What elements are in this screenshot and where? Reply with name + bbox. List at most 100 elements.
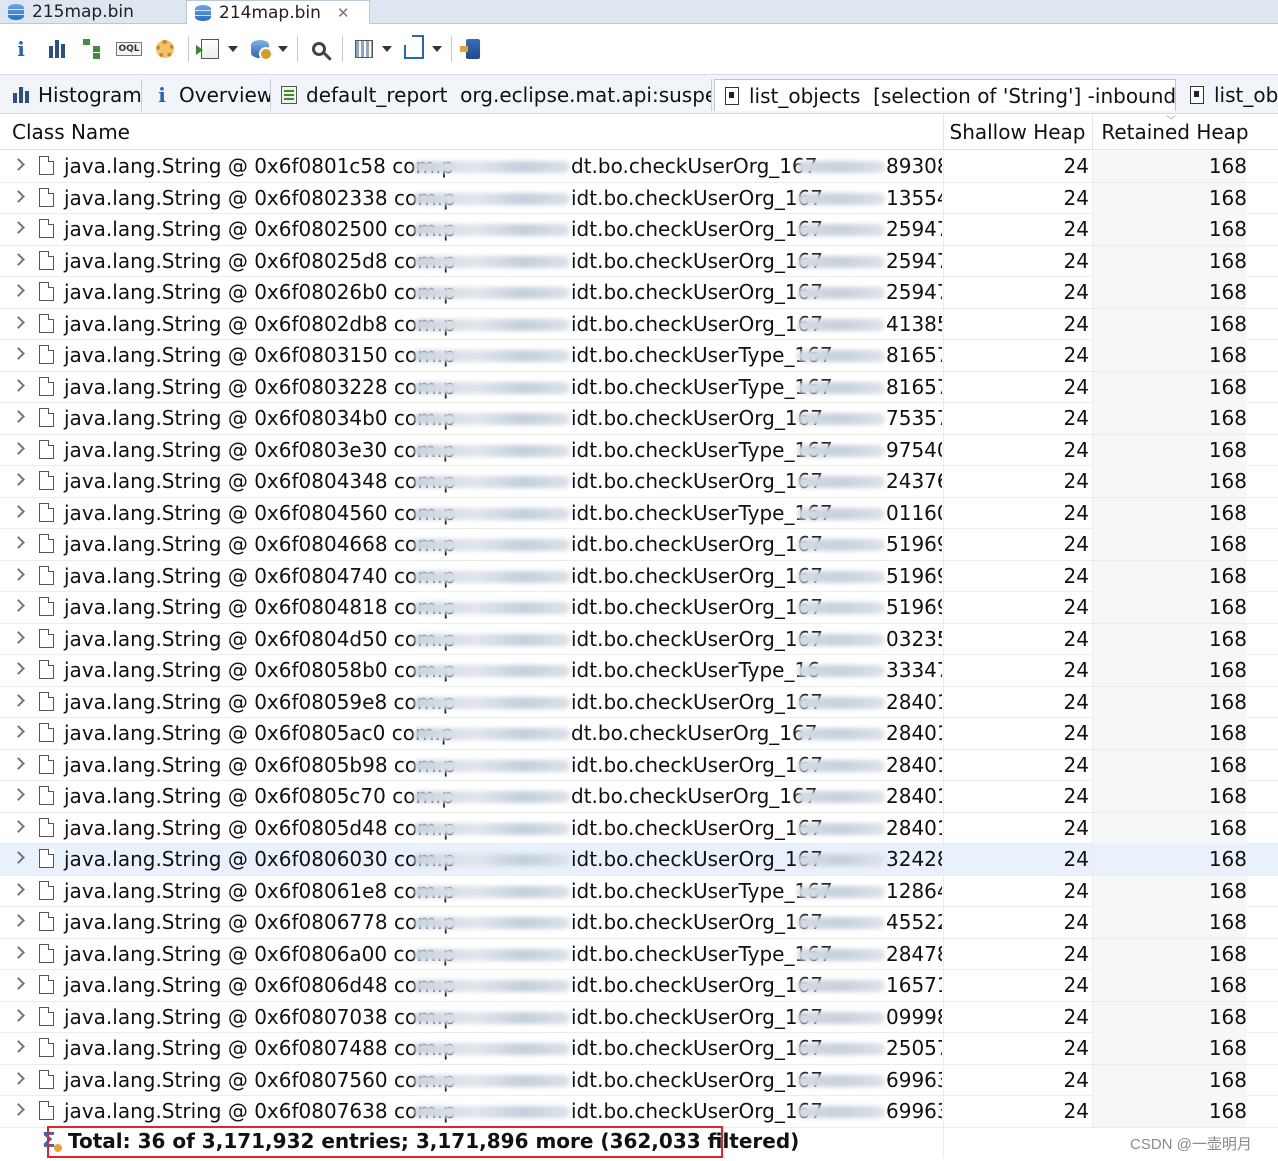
table-row[interactable]: java.lang.String @ 0x6f0805b98 com.p idt.… (0, 749, 1278, 781)
table-row[interactable]: java.lang.String @ 0x6f0801c58 com.p dt.b… (0, 151, 1278, 183)
object-name: java.lang.String @ 0x6f0807638 com.p (64, 1099, 456, 1123)
chevron-right-icon[interactable] (12, 536, 25, 549)
table-row[interactable]: java.lang.String @ 0x6f0803150 com.p idt.… (0, 340, 1278, 372)
export-button[interactable] (401, 36, 427, 62)
table-row[interactable]: java.lang.String @ 0x6f0803228 com.p idt.… (0, 371, 1278, 403)
chevron-right-icon[interactable] (12, 504, 25, 518)
chevron-right-icon[interactable] (12, 662, 25, 675)
chevron-right-icon[interactable] (12, 599, 25, 612)
chevron-right-icon[interactable] (12, 851, 25, 864)
chevron-right-icon[interactable] (12, 1071, 25, 1085)
chevron-right-icon[interactable] (12, 1008, 25, 1022)
thread-overview-button[interactable] (152, 36, 178, 62)
chevron-right-icon[interactable] (12, 252, 25, 266)
table-row[interactable]: java.lang.String @ 0x6f0804818 com.p idt.… (0, 592, 1278, 624)
table-row[interactable]: java.lang.String @ 0x6f0806a00 com.p idt.… (0, 938, 1278, 970)
chevron-right-icon[interactable] (12, 473, 25, 486)
chevron-right-icon[interactable] (12, 221, 25, 234)
table-row[interactable]: java.lang.String @ 0x6f08034b0 com.p idt.… (0, 403, 1278, 435)
table-row[interactable]: java.lang.String @ 0x6f0805d48 com.p idt.… (0, 812, 1278, 844)
table-row[interactable]: java.lang.String @ 0x6f0802500 com.p idt.… (0, 214, 1278, 246)
table-row[interactable]: java.lang.String @ 0x6f0806030 com.p idt.… (0, 844, 1278, 876)
chevron-right-icon[interactable] (12, 158, 25, 171)
dominator-tree-button[interactable] (80, 36, 106, 62)
table-row[interactable]: java.lang.String @ 0x6f0805c70 com.p dt.b… (0, 781, 1278, 813)
calculate-retained-button[interactable] (351, 36, 377, 62)
editor-tab-214map[interactable]: 214map.bin ✕ (186, 0, 370, 24)
table-row[interactable]: java.lang.String @ 0x6f0804668 com.p idt.… (0, 529, 1278, 561)
retained-heap-value: 168 (1092, 151, 1247, 182)
object-name: java.lang.String @ 0x6f0804668 com.p (64, 532, 456, 556)
column-header-class-name[interactable]: Class Name (12, 114, 942, 150)
table-row[interactable]: java.lang.String @ 0x6f0805ac0 com.p dt.b… (0, 718, 1278, 750)
object-name: java.lang.String @ 0x6f0807038 com.p (64, 1004, 456, 1029)
chevron-right-icon[interactable] (12, 1040, 25, 1053)
object-value: idt.bo.checkUserOrg_167 (571, 1099, 824, 1123)
run-report-dropdown[interactable] (227, 36, 239, 62)
object-name: java.lang.String @ 0x6f0804d50 com.p (64, 626, 456, 651)
chevron-right-icon[interactable] (12, 945, 25, 959)
calculate-retained-dropdown[interactable] (381, 36, 393, 62)
table-row[interactable]: java.lang.String @ 0x6f08061e8 com.p idt.… (0, 875, 1278, 907)
result-tab-bar: Histogram i Overview default_report org.… (0, 74, 1278, 114)
chevron-right-icon[interactable] (12, 882, 25, 896)
chevron-right-icon[interactable] (12, 725, 25, 738)
table-row[interactable]: java.lang.String @ 0x6f08059e8 com.p idt.… (0, 686, 1278, 718)
table-row[interactable]: java.lang.String @ 0x6f0806778 com.p idt.… (0, 907, 1278, 939)
chevron-right-icon[interactable] (12, 756, 25, 770)
chevron-right-icon[interactable] (12, 410, 25, 423)
table-row[interactable]: java.lang.String @ 0x6f08025d8 com.p idt.… (0, 245, 1278, 277)
redacted-text (414, 633, 570, 646)
chevron-right-icon[interactable] (12, 914, 25, 927)
chevron-right-icon[interactable] (12, 347, 25, 360)
chevron-right-icon[interactable] (12, 567, 25, 581)
histogram-button[interactable] (44, 36, 70, 62)
table-row[interactable]: java.lang.String @ 0x6f0804740 com.p idt.… (0, 560, 1278, 592)
editor-tab-215map[interactable]: 215map.bin (0, 0, 184, 24)
run-report-button[interactable] (196, 36, 223, 62)
tab-histogram[interactable]: Histogram (4, 79, 142, 111)
table-row[interactable]: java.lang.String @ 0x6f0807038 com.p idt.… (0, 1001, 1278, 1033)
tab-overview[interactable]: i Overview (145, 79, 271, 111)
tab-list-objects-inbound[interactable]: list_objects [selection of 'String'] -in… (714, 79, 1176, 111)
table-row[interactable]: java.lang.String @ 0x6f0804348 com.p idt.… (0, 466, 1278, 498)
table-row[interactable]: java.lang.String @ 0x6f0807638 com.p idt.… (0, 1096, 1278, 1128)
column-header-shallow-heap[interactable]: Shallow Heap (943, 114, 1091, 150)
table-row[interactable]: java.lang.String @ 0x6f08026b0 com.p idt.… (0, 277, 1278, 309)
chevron-right-icon[interactable] (12, 977, 25, 990)
table-row[interactable]: java.lang.String @ 0x6f0802338 com.p idt.… (0, 182, 1278, 214)
chevron-right-icon[interactable] (12, 788, 25, 801)
oql-button[interactable]: OQL (116, 36, 142, 62)
query-browser-dropdown[interactable] (277, 36, 289, 62)
table-row[interactable]: java.lang.String @ 0x6f08058b0 com.p idt.… (0, 655, 1278, 687)
chevron-right-icon[interactable] (12, 378, 25, 392)
chevron-right-icon[interactable] (12, 441, 25, 455)
table-row[interactable]: java.lang.String @ 0x6f0807488 com.p idt.… (0, 1033, 1278, 1065)
chevron-right-icon[interactable] (12, 189, 25, 203)
chevron-right-icon[interactable] (12, 630, 25, 644)
object-value-tail: 32428 (886, 847, 942, 871)
find-object-button[interactable] (306, 36, 332, 62)
overview-button[interactable]: i (8, 36, 34, 62)
table-row[interactable]: java.lang.String @ 0x6f0804d50 com.p idt.… (0, 623, 1278, 655)
pin-button[interactable] (460, 36, 486, 62)
chevron-right-icon[interactable] (12, 1103, 25, 1116)
export-dropdown[interactable] (431, 36, 443, 62)
table-row[interactable]: java.lang.String @ 0x6f0803e30 com.p idt.… (0, 434, 1278, 466)
chevron-right-icon[interactable] (12, 693, 25, 707)
table-row[interactable]: java.lang.String @ 0x6f0802db8 com.p idt.… (0, 308, 1278, 340)
object-value: idt.bo.checkUserType_167 (571, 437, 833, 462)
table-row[interactable]: java.lang.String @ 0x6f0806d48 com.p idt.… (0, 970, 1278, 1002)
table-row[interactable]: java.lang.String @ 0x6f0807560 com.p idt.… (0, 1064, 1278, 1096)
tab-list-objects-2[interactable]: list_obj (1180, 79, 1278, 111)
shallow-heap-value: 24 (943, 844, 1089, 875)
table-row[interactable]: java.lang.String @ 0x6f0804560 com.p idt.… (0, 497, 1278, 529)
chevron-right-icon[interactable] (12, 284, 25, 297)
tab-default-report[interactable]: default_report org.eclipse.mat.api:suspe… (272, 79, 712, 111)
close-icon[interactable]: ✕ (337, 4, 350, 22)
query-browser-button[interactable] (247, 36, 273, 62)
object-name: java.lang.String @ 0x6f0805c70 com.p (64, 784, 454, 808)
redacted-text (797, 255, 885, 268)
chevron-right-icon[interactable] (12, 819, 25, 833)
chevron-right-icon[interactable] (12, 315, 25, 329)
